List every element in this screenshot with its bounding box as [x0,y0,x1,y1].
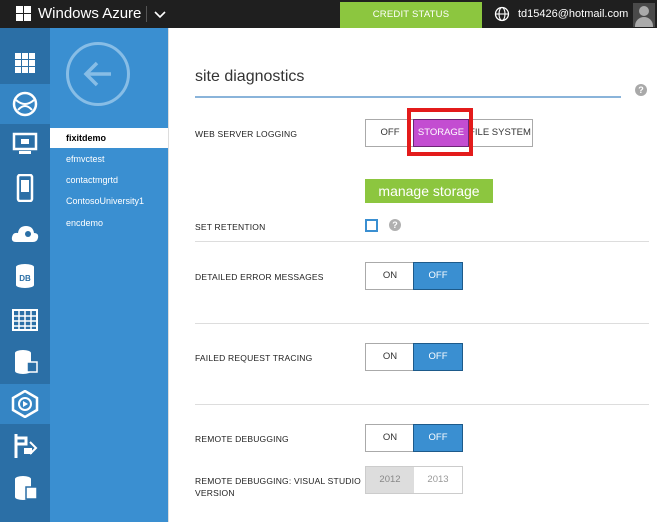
failed-request-tracing-label: FAILED REQUEST TRACING [195,353,313,363]
virtual-machines-icon[interactable] [0,124,50,164]
top-bar: Windows Azure CREDIT STATUS td15426@hotm… [0,0,657,28]
failed-request-tracing-toggle: ON OFF [365,343,463,371]
detailed-errors-label: DETAILED ERROR MESSAGES [195,272,324,282]
windows-logo-icon [16,6,32,22]
all-items-icon[interactable] [0,44,50,84]
networks-icon[interactable] [0,468,50,508]
vs-version-label-line2: VERSION [195,488,235,498]
vs-version-2013[interactable]: 2013 [414,467,462,493]
remote-debugging-off[interactable]: OFF [413,424,463,452]
detailed-errors-off[interactable]: OFF [413,262,463,290]
divider [195,241,649,242]
service-rail: DB [0,28,50,522]
brand-title: Windows Azure [38,5,142,22]
failed-request-tracing-off[interactable]: OFF [413,343,463,371]
vs-version-label: REMOTE DEBUGGING: VISUAL STUDIO VERSION [195,476,361,498]
hdinsight-icon[interactable] [0,342,50,382]
remote-debugging-toggle: ON OFF [365,424,463,452]
site-item-encdemo[interactable]: encdemo [50,213,168,233]
media-services-icon[interactable] [0,384,50,424]
vs-version-label-line1: REMOTE DEBUGGING: VISUAL STUDIO [195,476,361,486]
manage-storage-button[interactable]: manage storage [365,179,493,203]
cloud-services-icon[interactable] [0,214,50,254]
arrow-left-icon [83,61,111,87]
divider [195,323,649,324]
mobile-services-icon[interactable] [0,168,50,208]
web-sites-icon[interactable] [0,84,50,124]
site-item-fixitdemo[interactable]: fixitdemo [50,128,168,148]
detailed-errors-on[interactable]: ON [366,263,414,289]
remote-debugging-on[interactable]: ON [366,425,414,451]
web-server-logging-label: WEB SERVER LOGGING [195,129,298,139]
avatar[interactable] [633,3,655,27]
back-button[interactable] [66,42,130,106]
set-retention-label: SET RETENTION [195,222,266,232]
remote-debugging-label: REMOTE DEBUGGING [195,434,289,444]
logging-file-system-option[interactable]: FILE SYSTEM [468,120,532,146]
site-item-efmvctest[interactable]: efmvctest [50,149,168,169]
service-bus-icon[interactable] [0,426,50,466]
detailed-errors-toggle: ON OFF [365,262,463,290]
title-underline [195,96,621,98]
site-list-panel: fixitdemo efmvctest contactmgrtd Contoso… [50,28,168,522]
main-content: site diagnostics ? WEB SERVER LOGGING OF… [168,28,657,522]
help-icon[interactable]: ? [389,219,401,231]
storage-icon[interactable] [0,300,50,340]
sql-databases-icon[interactable]: DB [0,256,50,296]
set-retention-checkbox[interactable] [365,219,378,232]
divider [195,404,649,405]
highlight-box [407,108,473,156]
chevron-down-icon[interactable] [153,6,167,22]
vs-version-2012[interactable]: 2012 [366,467,414,493]
vs-version-toggle: 2012 2013 [365,466,463,494]
topbar-divider [146,6,147,22]
help-icon[interactable]: ? [635,84,647,96]
credit-status-button[interactable]: CREDIT STATUS [340,2,482,28]
site-item-contosouniversity1[interactable]: ContosoUniversity1 [50,191,168,211]
page-title: site diagnostics [195,68,305,85]
site-item-contactmgrtd[interactable]: contactmgrtd [50,170,168,190]
user-email[interactable]: td15426@hotmail.com [518,8,628,20]
globe-icon[interactable] [494,6,510,22]
svg-text:DB: DB [19,274,31,283]
failed-request-tracing-on[interactable]: ON [366,344,414,370]
